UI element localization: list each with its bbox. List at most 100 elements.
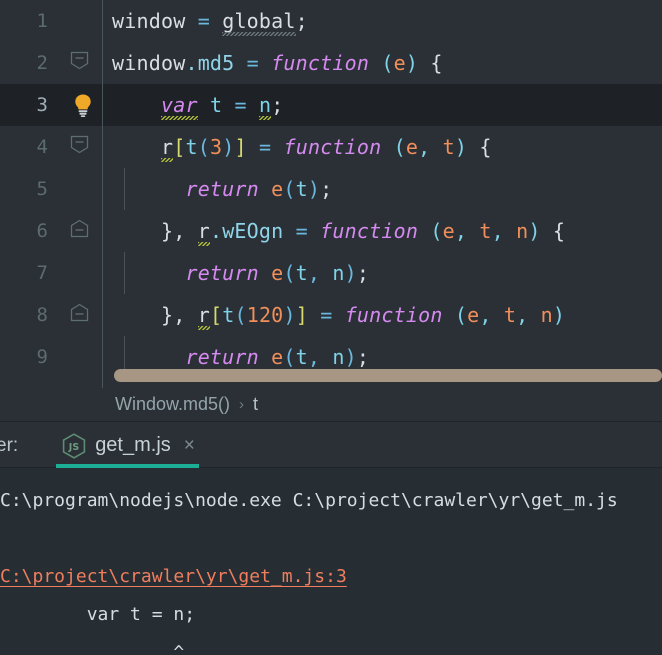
code-line[interactable]: 5 return e(t); [0, 168, 662, 210]
code-text: }, r[t(120)] = function (e, t, n) [106, 303, 577, 327]
run-tab-get-m-js[interactable]: JS get_m.js × [52, 423, 203, 468]
console-line: var t = n; [0, 604, 196, 625]
code-token: [ [173, 135, 186, 159]
code-text: var t = n; [106, 93, 283, 117]
code-token: ) [283, 303, 296, 327]
gutter-marker-area[interactable] [58, 84, 106, 126]
code-token: ; [295, 9, 308, 33]
code-token: window [112, 9, 186, 33]
code-token: ; [356, 345, 370, 369]
code-line[interactable]: 6 }, r.wEOgn = function (e, t, n) { [0, 210, 662, 252]
code-token: window [112, 51, 186, 75]
console-output[interactable]: C:\program\nodejs\node.exe C:\project\cr… [0, 468, 662, 655]
line-number: 7 [36, 262, 48, 284]
line-number: 3 [36, 94, 48, 116]
editor-horizontal-scrollbar[interactable] [104, 369, 662, 382]
code-token: e [405, 135, 419, 159]
gutter-marker-area[interactable] [58, 126, 106, 168]
gutter-marker-area[interactable] [58, 336, 106, 378]
code-line[interactable]: 3 var t = n; [0, 84, 662, 126]
code-token: ) [454, 135, 468, 159]
gutter-marker-area[interactable] [58, 0, 106, 42]
nodejs-js-icon: JS [62, 432, 86, 459]
line-number: 1 [36, 10, 48, 32]
code-token: ) [344, 261, 357, 285]
code-token: .wEOgn [209, 219, 284, 243]
chevron-right-icon: › [239, 396, 245, 413]
code-token: = [258, 135, 272, 159]
console-error-link[interactable]: C:\project\crawler\yr\get_m.js:3 [0, 558, 662, 596]
gutter-marker-area[interactable] [58, 168, 106, 210]
run-tab-bar: er: JS get_m.js × [0, 423, 662, 468]
code-token: return [185, 177, 259, 201]
code-text: return e(t, n); [106, 261, 369, 285]
code-line[interactable]: 8 }, r[t(120)] = function (e, t, n) [0, 294, 662, 336]
code-line[interactable]: 1 window = global; [0, 0, 662, 42]
code-token: t [295, 261, 308, 285]
code-line[interactable]: 2 window.md5 = function (e) { [0, 42, 662, 84]
code-token: function [344, 303, 443, 327]
code-token: ( [283, 177, 296, 201]
code-token: ) [222, 135, 235, 159]
scrollbar-thumb[interactable] [114, 369, 662, 382]
gutter-marker-area[interactable] [58, 294, 106, 336]
code-token: function [283, 135, 382, 159]
breadcrumb-item-variable[interactable]: t [253, 394, 258, 415]
close-icon[interactable]: × [184, 436, 195, 455]
line-number: 8 [36, 304, 48, 326]
code-token: t [222, 303, 235, 327]
fold-toggle-icon[interactable] [70, 51, 89, 70]
code-token: n [516, 219, 529, 243]
fold-toggle-icon[interactable] [70, 219, 89, 238]
code-token: r [197, 219, 210, 243]
code-token: n [332, 261, 345, 285]
code-token: , [307, 345, 333, 369]
gutter-marker-area[interactable] [58, 42, 106, 84]
code-token: ] [234, 135, 247, 159]
code-token: t [209, 93, 223, 117]
code-token: r [197, 303, 210, 327]
code-token: n [540, 303, 553, 327]
code-line[interactable]: 4 r[t(3)] = function (e, t) { [0, 126, 662, 168]
gutter-marker-area[interactable] [58, 252, 106, 294]
code-token: return [185, 345, 259, 369]
code-token: function [271, 51, 370, 75]
code-token: e [271, 177, 284, 201]
code-token: e [393, 51, 406, 75]
code-token: ( [430, 219, 443, 243]
code-token: , [173, 303, 198, 327]
code-token: r [160, 135, 174, 159]
code-token: ) [405, 51, 419, 75]
code-token: function [320, 219, 419, 243]
code-token: ( [393, 135, 406, 159]
fold-toggle-icon[interactable] [70, 303, 89, 322]
code-token: { [479, 135, 492, 159]
code-token: ( [197, 135, 210, 159]
code-line[interactable]: 7 return e(t, n); [0, 252, 662, 294]
gutter-marker-area[interactable] [58, 210, 106, 252]
code-token: ) [528, 219, 541, 243]
code-token: , [454, 219, 480, 243]
code-editor[interactable]: 1 window = global; 2 window.md5 = function … [0, 0, 662, 388]
breadcrumb-item-function[interactable]: Window.md5() [115, 394, 230, 415]
fold-toggle-icon[interactable] [70, 135, 89, 154]
ide-window: 1 window = global; 2 window.md5 = function … [0, 0, 662, 655]
code-token: { [552, 219, 566, 243]
lightbulb-intention-icon[interactable] [72, 93, 94, 117]
code-token: var [160, 93, 198, 117]
